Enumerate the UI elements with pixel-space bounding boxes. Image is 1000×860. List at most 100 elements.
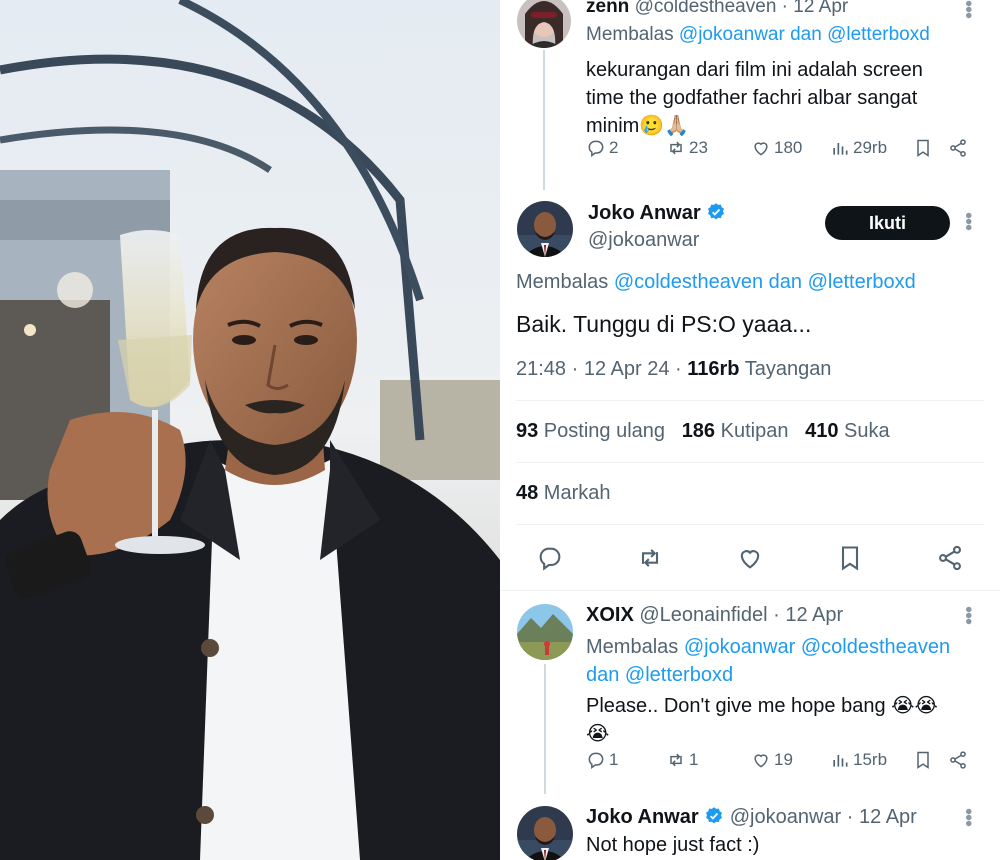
reply-prefix: Membalas	[586, 24, 679, 45]
view-count: 29rb	[853, 138, 888, 157]
reply-button[interactable]: 2	[586, 138, 618, 158]
reply-to-line: Membalas @jokoanwar dan @letterboxd	[586, 24, 930, 46]
stat-label: Posting ulang	[538, 420, 666, 442]
bookmark-icon[interactable]	[836, 544, 864, 572]
reposts-stat[interactable]: 93 Posting ulang	[516, 420, 665, 442]
tweet-text-line: kekurangan dari film ini adalah screen	[586, 59, 923, 81]
stat-value: 48	[516, 482, 539, 504]
author-name[interactable]: Joko Anwar	[588, 202, 701, 224]
like-icon	[754, 142, 768, 156]
main-author: Joko Anwar	[588, 202, 726, 225]
repost-icon[interactable]	[636, 544, 664, 572]
reply-icon[interactable]	[536, 544, 564, 572]
tweet-date[interactable]: · 12 Apr	[847, 806, 917, 828]
repost-count: 23	[689, 138, 708, 157]
author-name[interactable]: zenn	[586, 0, 629, 17]
tweet-date[interactable]: · 12 Apr	[782, 0, 849, 17]
views-icon	[833, 755, 848, 767]
tweet-text-line: 😭	[586, 723, 610, 745]
engagement-stats: 93 Posting ulang 186 Kutipan 410 Suka	[516, 420, 890, 443]
views-label: Tayangan	[739, 358, 832, 380]
reply3-header: Joko Anwar @jokoanwar · 12 Apr	[586, 806, 917, 829]
share-icon[interactable]	[948, 750, 968, 770]
author-handle[interactable]: @Leonainfidel	[639, 604, 767, 626]
author-handle[interactable]: @jokoanwar	[588, 229, 699, 252]
views-icon	[833, 143, 848, 155]
divider	[500, 590, 1000, 591]
verified-badge-icon	[708, 203, 725, 220]
tweet-date[interactable]: · 12 Apr	[773, 604, 843, 626]
profile-photo	[0, 0, 500, 860]
reply-mentions[interactable]: @jokoanwar dan @letterboxd	[679, 24, 930, 45]
bookmarks-stat[interactable]: 48 Markah	[516, 482, 611, 505]
stat-label: Kutipan	[715, 420, 789, 442]
repost-icon	[670, 753, 682, 767]
tweet-text: Not hope just fact :)	[586, 834, 760, 856]
reply-mentions[interactable]: @jokoanwar @coldestheaven	[684, 636, 950, 658]
thread-connector	[544, 664, 546, 794]
thread-connector	[543, 50, 545, 190]
author-name[interactable]: Joko Anwar	[586, 806, 699, 828]
more-icon[interactable]: •••	[957, 0, 979, 18]
reply-mentions[interactable]: @coldestheaven dan @letterboxd	[614, 271, 916, 293]
avatar-xoix[interactable]	[517, 604, 573, 660]
reply-to-line: Membalas @coldestheaven dan @letterboxd	[516, 271, 916, 294]
views-button[interactable]: 15rb	[830, 750, 887, 770]
like-count: 180	[774, 138, 803, 157]
reply-button[interactable]: 1	[586, 750, 618, 770]
reply-to-line: Membalas @jokoanwar @coldestheaven dan @…	[586, 633, 986, 689]
repost-button[interactable]: 1	[666, 750, 698, 770]
author-handle[interactable]: @jokoanwar	[730, 806, 841, 828]
quotes-stat[interactable]: 186 Kutipan	[682, 420, 789, 442]
views-count: 116rb	[687, 358, 740, 380]
share-icon[interactable]	[936, 544, 964, 572]
tweet-text-line: Please.. Don't give me hope bang 😭😭	[586, 695, 938, 717]
more-icon[interactable]: •••	[957, 808, 979, 826]
like-count: 19	[774, 750, 793, 769]
like-icon[interactable]	[736, 544, 764, 572]
more-icon[interactable]: •••	[957, 606, 979, 624]
bookmark-icon[interactable]	[913, 750, 933, 770]
reply-prefix: Membalas	[586, 636, 684, 658]
repost-button[interactable]: 23	[666, 138, 708, 158]
stat-value: 186	[681, 420, 716, 442]
share-icon[interactable]	[948, 138, 968, 158]
author-name[interactable]: XOIX	[586, 604, 634, 626]
more-icon[interactable]: •••	[957, 212, 979, 230]
tweet-timestamp[interactable]: 21:48 · 12 Apr 24 ·	[516, 358, 687, 380]
reply-icon	[588, 140, 604, 157]
view-count: 15rb	[853, 750, 888, 769]
tweet-text: Baik. Tunggu di PS:O yaaa...	[516, 311, 812, 337]
reply-prefix: Membalas	[516, 271, 614, 293]
main-actions	[500, 544, 1000, 572]
avatar-jokoanwar[interactable]	[517, 201, 573, 257]
divider	[516, 462, 984, 463]
stat-label: Markah	[538, 482, 611, 504]
stat-value: 410	[805, 420, 839, 442]
views-button[interactable]: 29rb	[830, 138, 887, 158]
tweet-thread: zenn @coldestheaven · 12 Apr ••• Membala…	[500, 0, 1000, 860]
repost-icon	[670, 141, 682, 155]
reply-count: 2	[609, 138, 619, 157]
tweet-text-line: minim🥲🙏🏼	[586, 115, 690, 137]
reply-mentions[interactable]: dan @letterboxd	[586, 661, 986, 689]
bookmark-icon[interactable]	[913, 138, 933, 158]
like-icon	[754, 754, 768, 768]
divider	[516, 400, 984, 401]
author-handle[interactable]: @coldestheaven	[635, 0, 777, 17]
like-button[interactable]: 19	[751, 750, 793, 770]
reply1-header: zenn @coldestheaven · 12 Apr	[586, 0, 848, 18]
like-button[interactable]: 180	[751, 138, 802, 158]
divider	[516, 524, 984, 525]
avatar-jokoanwar[interactable]	[517, 806, 573, 860]
tweet-meta: 21:48 · 12 Apr 24 · 116rb Tayangan	[516, 358, 831, 381]
follow-button[interactable]: Ikuti	[825, 206, 950, 240]
repost-count: 1	[689, 750, 699, 769]
reply-count: 1	[609, 750, 619, 769]
stat-value: 93	[516, 420, 539, 442]
tweet-text: Please.. Don't give me hope bang 😭😭 😭	[586, 692, 986, 748]
avatar-zenn[interactable]	[517, 0, 571, 48]
tweet-text-line: time the godfather fachri albar sangat	[586, 87, 918, 109]
reply-icon	[588, 752, 604, 769]
likes-stat[interactable]: 410 Suka	[805, 420, 890, 442]
